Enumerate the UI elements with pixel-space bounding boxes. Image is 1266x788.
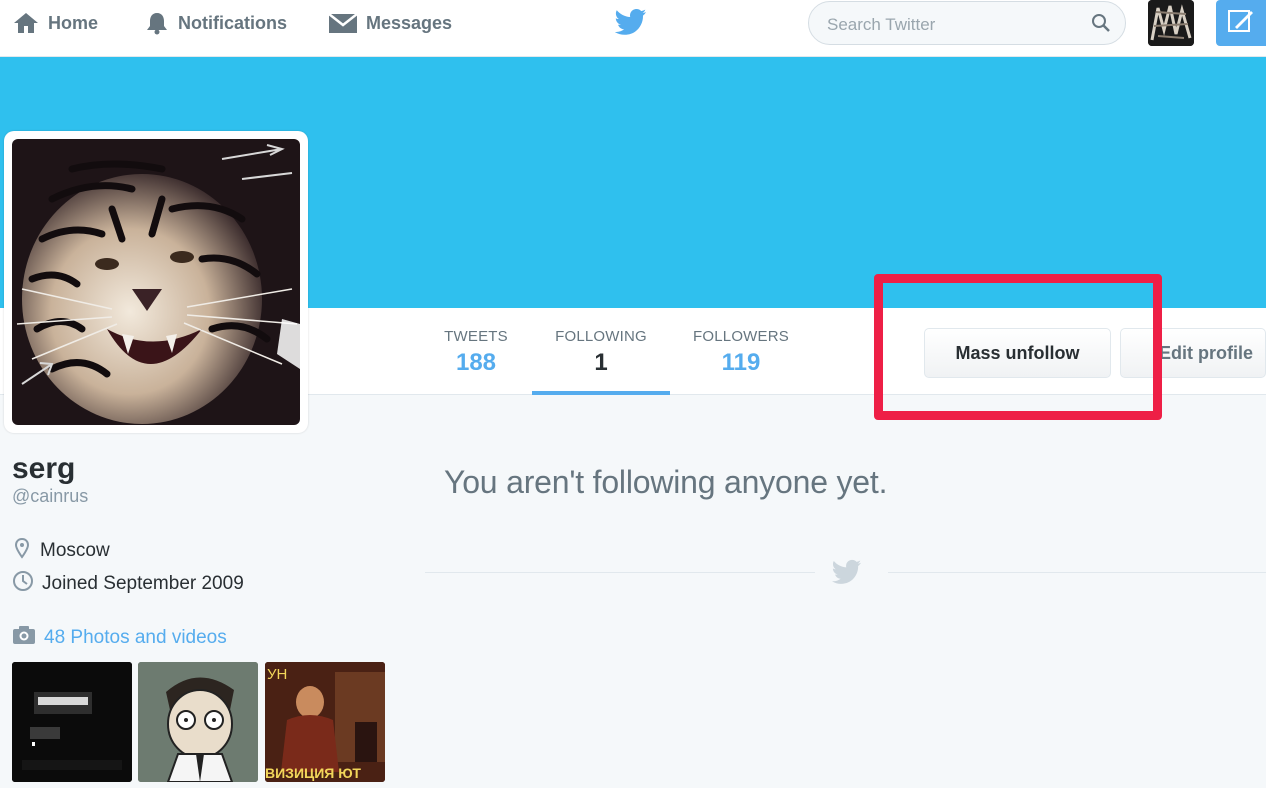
photos-and-videos-link[interactable]: 48 Photos and videos — [12, 625, 227, 651]
search-icon[interactable] — [1091, 13, 1111, 38]
nav-notifications-label: Notifications — [178, 12, 288, 33]
top-nav-bar: Home Notifications Messages Search Twitt… — [0, 0, 1266, 57]
profile-joined-text: Joined September 2009 — [42, 573, 244, 594]
thumb-overlay-text-bottom: ВИЗИЦИЯ ЮТ — [265, 765, 361, 781]
compose-icon — [1227, 7, 1255, 40]
edit-profile-button[interactable]: Edit profile — [1120, 328, 1266, 378]
home-icon — [12, 11, 40, 35]
camera-icon — [12, 625, 36, 651]
compose-tweet-button[interactable] — [1216, 0, 1266, 46]
profile-name: serg — [12, 452, 76, 485]
clock-icon — [12, 570, 34, 598]
nav-home-label: Home — [48, 12, 99, 33]
profile-location-text: Moscow — [40, 540, 110, 561]
divider — [888, 572, 1266, 573]
nav-messages[interactable]: Messages — [328, 0, 452, 46]
nav-notifications[interactable]: Notifications — [144, 0, 287, 46]
photos-link-label: 48 Photos and videos — [44, 627, 227, 648]
media-thumbnail[interactable] — [12, 662, 132, 782]
twitter-bird-icon[interactable] — [614, 8, 647, 41]
media-thumbnail[interactable]: УН ВИЗИЦИЯ ЮТ — [265, 662, 385, 782]
search-input[interactable]: Search Twitter — [827, 15, 935, 35]
media-thumbnail[interactable] — [138, 662, 258, 782]
stat-followers-label: FOLLOWERS — [693, 328, 789, 345]
divider — [425, 572, 815, 573]
stat-following-value: 1 — [594, 349, 608, 376]
stat-following[interactable]: FOLLOWING 1 — [532, 308, 670, 395]
stat-tweets[interactable]: TWEETS 188 — [430, 308, 522, 395]
location-pin-icon — [12, 537, 32, 565]
stat-followers-value: 119 — [721, 349, 761, 376]
profile-avatar[interactable] — [4, 131, 308, 433]
stat-tweets-value: 188 — [455, 349, 497, 376]
nav-messages-label: Messages — [366, 12, 453, 33]
stat-following-label: FOLLOWING — [555, 328, 647, 345]
profile-handle[interactable]: @cainrus — [12, 486, 88, 507]
empty-following-message: You aren't following anyone yet. — [444, 464, 888, 500]
mass-unfollow-button[interactable]: Mass unfollow — [924, 328, 1111, 378]
divider-bird-icon — [831, 559, 862, 590]
edit-profile-label: Edit profile — [1159, 342, 1253, 363]
envelope-icon — [328, 11, 358, 35]
search-box[interactable]: Search Twitter — [808, 1, 1126, 45]
bell-icon — [144, 10, 170, 36]
profile-location: Moscow — [12, 537, 110, 565]
nav-avatar[interactable] — [1148, 0, 1194, 46]
stat-followers[interactable]: FOLLOWERS 119 — [680, 308, 802, 395]
nav-home[interactable]: Home — [12, 0, 98, 46]
thumb-overlay-text-top: УН — [267, 666, 287, 683]
stat-tweets-label: TWEETS — [444, 328, 508, 345]
profile-joined: Joined September 2009 — [12, 570, 244, 598]
